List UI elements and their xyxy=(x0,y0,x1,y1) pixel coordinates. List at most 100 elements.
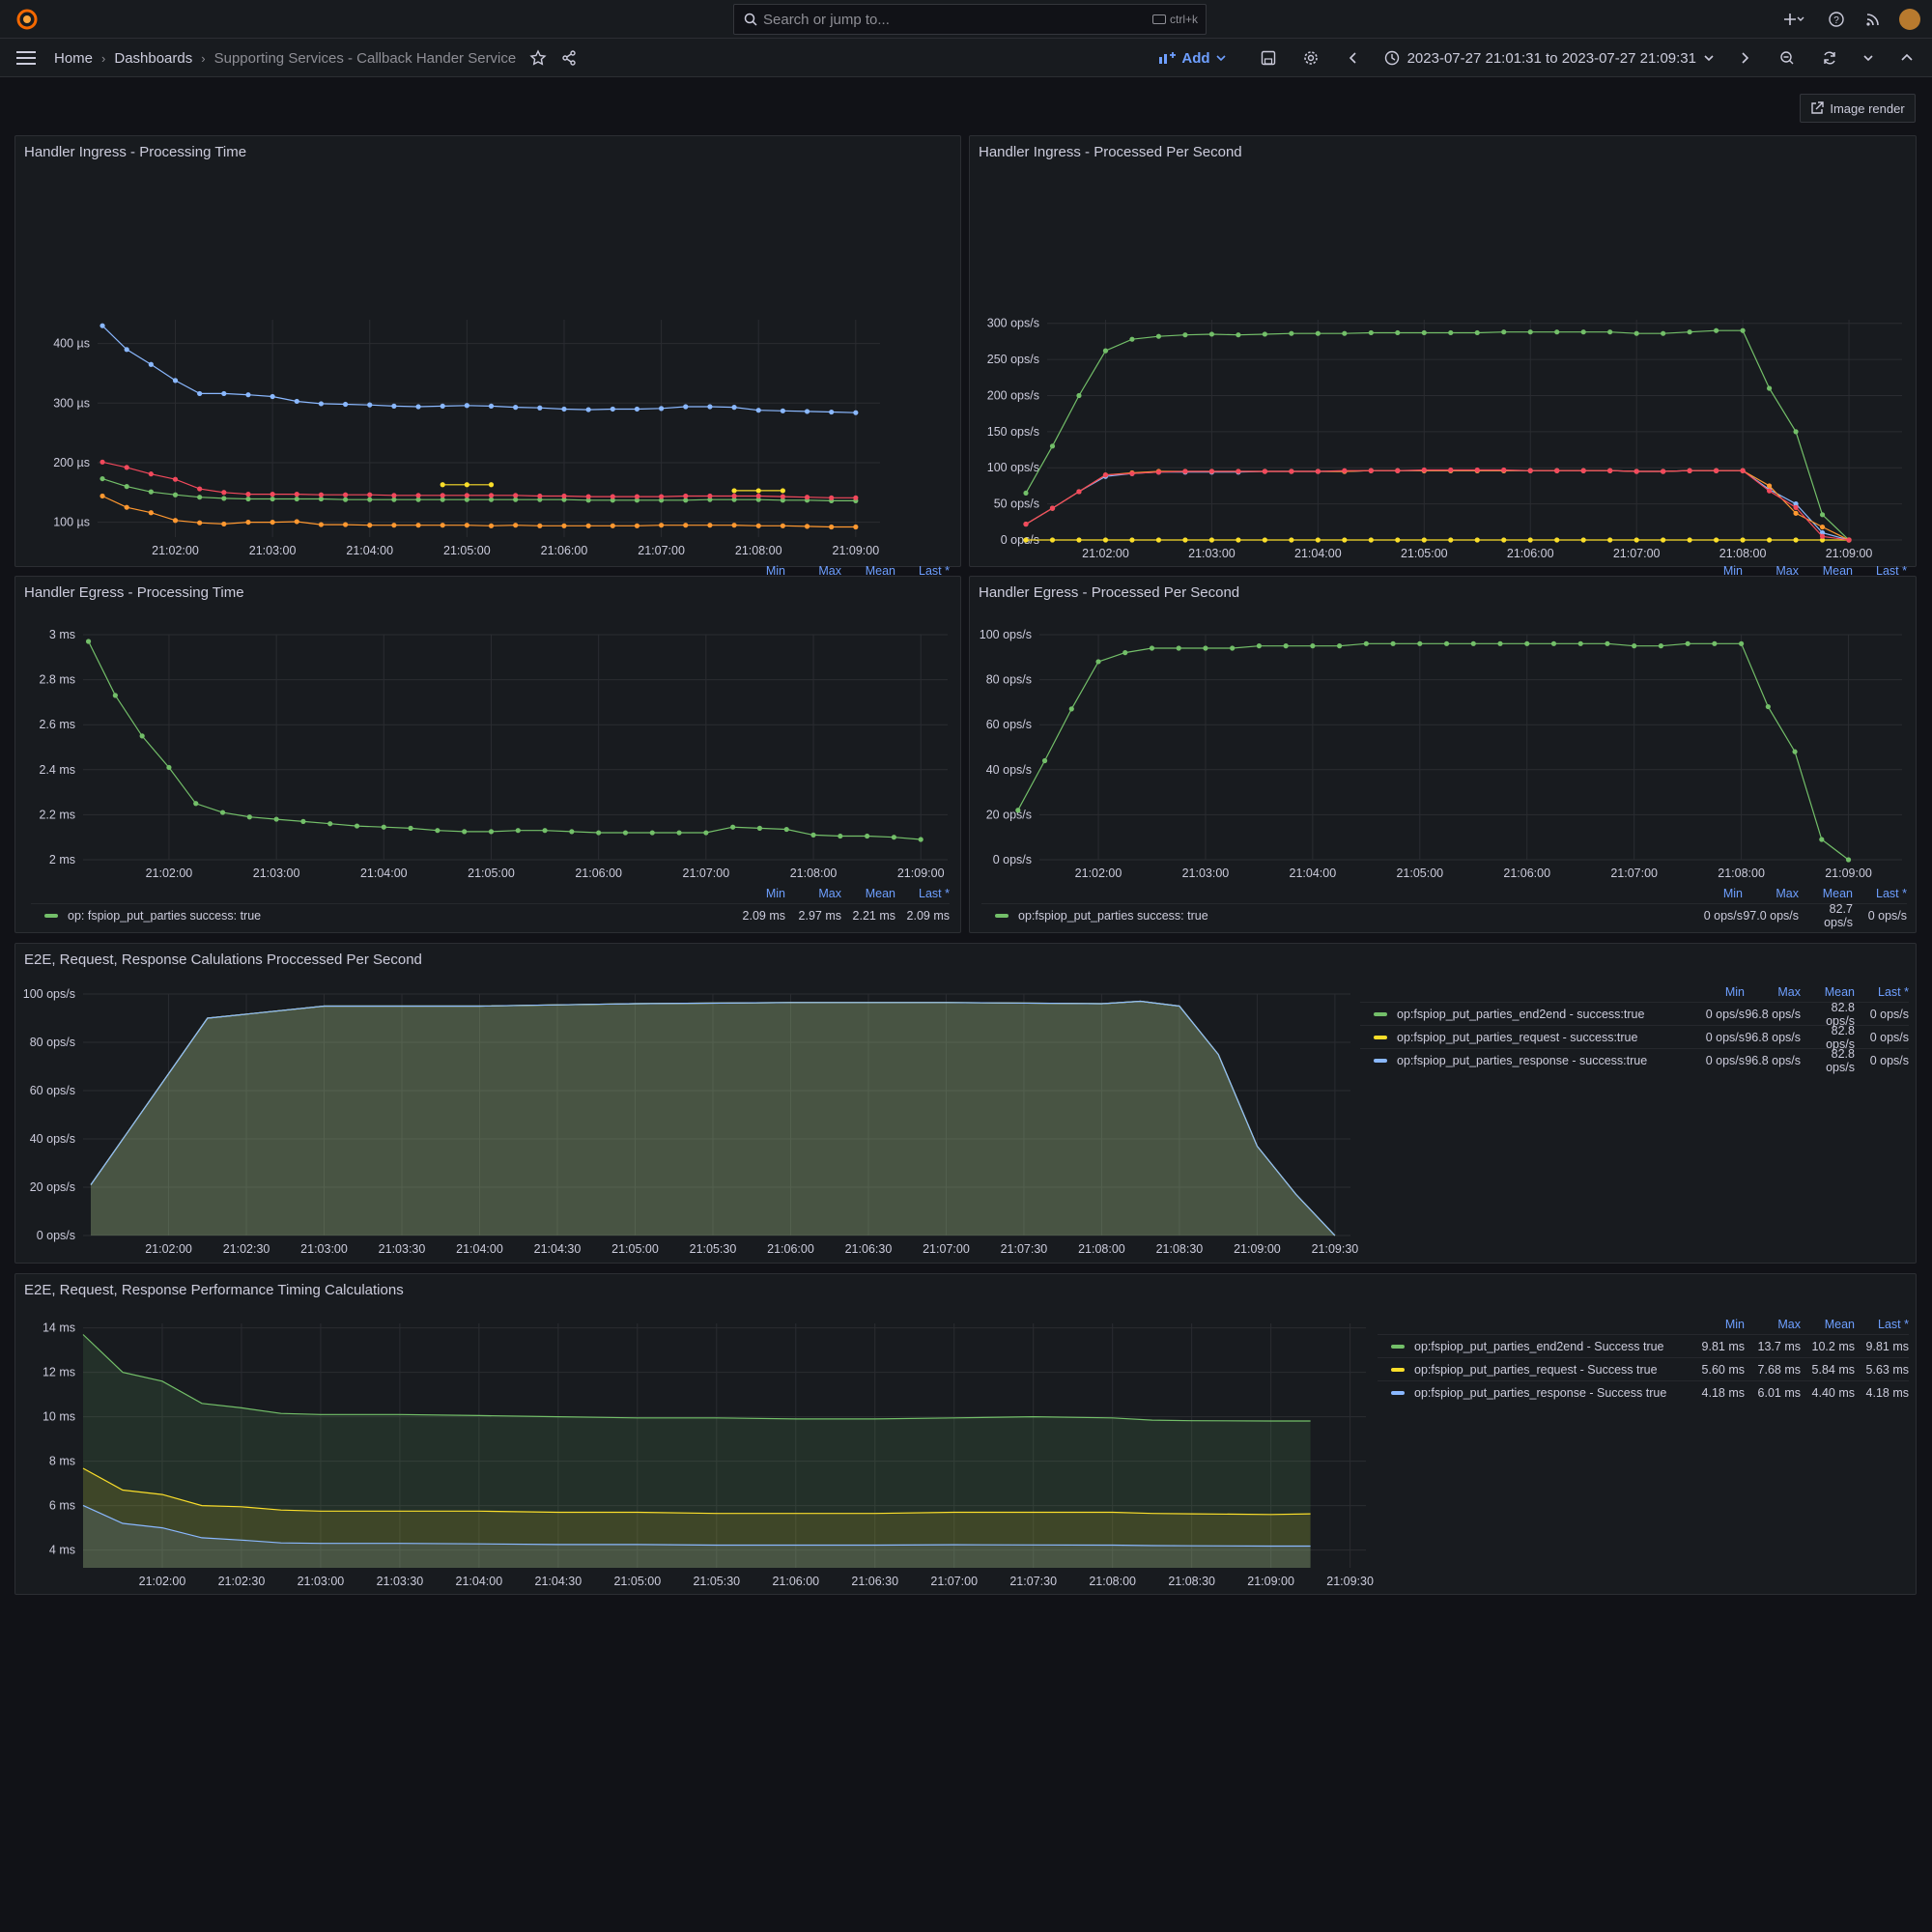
panel-handler-ingress-processing-time[interactable]: Handler Ingress - Processing Time 100 µs… xyxy=(14,135,961,693)
new-menu-button[interactable] xyxy=(1777,9,1810,30)
x-tick-label: 21:09:00 xyxy=(897,867,945,880)
rss-icon xyxy=(1866,14,1879,26)
time-range-picker[interactable]: 2023-07-27 21:01:31 to 2023-07-27 21:09:… xyxy=(1384,50,1714,67)
data-point xyxy=(1368,329,1374,336)
chevron-right-icon xyxy=(1742,52,1749,64)
y-tick-label: 20 ops/s xyxy=(986,808,1032,821)
data-point xyxy=(1395,329,1401,336)
add-button[interactable]: Add xyxy=(1158,50,1226,67)
collapse-nav-button[interactable] xyxy=(1897,48,1917,68)
data-point xyxy=(440,523,445,528)
data-point xyxy=(342,522,349,527)
legend-col-header[interactable]: Last * xyxy=(895,887,950,900)
legend-col-header[interactable]: Mean xyxy=(841,887,895,900)
legend-row[interactable]: op:fspiop_put_parties success: true 0 ops… xyxy=(981,902,1907,929)
breadcrumb-home[interactable]: Home xyxy=(54,50,93,67)
legend-row[interactable]: op:fspiop_put_parties_request - Success … xyxy=(1378,1357,1909,1380)
share-icon[interactable] xyxy=(560,49,578,67)
legend-row[interactable]: op:fspiop_put_parties_end2end - success:… xyxy=(1360,1001,1909,1028)
data-point xyxy=(804,495,810,500)
legend-col-header[interactable]: Last * xyxy=(1855,1318,1909,1331)
series-line xyxy=(88,640,922,840)
search-input[interactable]: Search or jump to... ctrl+k xyxy=(733,4,1207,35)
x-tick-label: 21:05:00 xyxy=(1396,867,1443,880)
panel-e2e-performance-timing[interactable]: E2E, Request, Response Performance Timin… xyxy=(14,1273,1917,1595)
legend-col-header[interactable]: Mean xyxy=(1801,1318,1855,1331)
save-button[interactable] xyxy=(1259,48,1278,68)
legend-row[interactable]: op:fspiop_put_parties_response - success… xyxy=(1360,1047,1909,1074)
legend-col-header[interactable]: Last * xyxy=(1855,985,1909,999)
data-point xyxy=(853,495,859,500)
star-icon[interactable] xyxy=(529,49,547,67)
panel-e2e-processed-per-second[interactable]: E2E, Request, Response Calulations Procc… xyxy=(14,943,1917,1264)
legend-series-name[interactable]: op: fspiop_put_parties success: true xyxy=(31,909,725,923)
legend-series-label: op:fspiop_put_parties_response - Success… xyxy=(1414,1385,1667,1400)
series-line xyxy=(1017,642,1849,861)
legend-value: 0 ops/s xyxy=(1705,1007,1745,1021)
legend-series-name[interactable]: op:fspiop_put_parties_end2end - Success … xyxy=(1378,1340,1685,1353)
x-tick-label: 21:02:00 xyxy=(139,1575,186,1588)
x-tick-label: 21:04:00 xyxy=(456,1242,503,1256)
help-button[interactable]: ? xyxy=(1826,9,1847,30)
x-tick-label: 21:03:30 xyxy=(377,1575,424,1588)
settings-button[interactable] xyxy=(1301,48,1321,68)
legend-series-name[interactable]: op:fspiop_put_parties_request - Success … xyxy=(1378,1363,1685,1377)
legend-series-name[interactable]: op:fspiop_put_parties_request - success:… xyxy=(1360,1031,1685,1044)
y-tick-label: 4 ms xyxy=(49,1544,75,1557)
zoom-out-button[interactable] xyxy=(1777,48,1797,68)
legend-value: 0 ops/s xyxy=(1869,1030,1909,1044)
image-render-button[interactable]: Image render xyxy=(1800,94,1916,123)
data-point xyxy=(1577,640,1583,646)
grafana-logo-icon[interactable] xyxy=(15,8,39,31)
legend-series-name[interactable]: op:fspiop_put_parties_response - success… xyxy=(1360,1054,1685,1067)
data-point xyxy=(1819,837,1825,842)
refresh-interval-dropdown[interactable] xyxy=(1859,48,1878,68)
panel-handler-egress-processed-per-second[interactable]: Handler Egress - Processed Per Second 0 … xyxy=(969,576,1917,933)
data-point xyxy=(1102,472,1109,478)
panel-handler-ingress-processed-per-second[interactable]: Handler Ingress - Processed Per Second 0… xyxy=(969,135,1917,699)
legend-col-header[interactable]: Max xyxy=(785,887,841,900)
legend-col-header[interactable]: Min xyxy=(1685,1318,1745,1331)
legend-col-header[interactable]: Max xyxy=(1745,985,1801,999)
legend-value: 2.09 ms xyxy=(742,908,785,923)
refresh-button[interactable] xyxy=(1820,48,1839,68)
legend-col-header[interactable]: Max xyxy=(1743,887,1799,900)
legend-col-header[interactable]: Last * xyxy=(1853,887,1907,900)
data-point xyxy=(464,523,469,528)
legend-row[interactable]: op: fspiop_put_parties success: true 2.09… xyxy=(31,903,950,926)
legend-col-header[interactable]: Min xyxy=(725,887,785,900)
chevron-down-icon xyxy=(1704,55,1714,62)
legend-series-name[interactable]: op:fspiop_put_parties_end2end - success:… xyxy=(1360,1008,1685,1021)
data-point xyxy=(513,405,519,411)
panel-handler-egress-processing-time[interactable]: Handler Egress - Processing Time 2 ms 2.2… xyxy=(14,576,961,933)
time-back-button[interactable] xyxy=(1344,48,1363,68)
legend-col-header[interactable]: Min xyxy=(1683,887,1743,900)
data-point xyxy=(193,801,199,807)
legend-row[interactable]: op:fspiop_put_parties_end2end - Success … xyxy=(1378,1334,1909,1357)
legend-series-name[interactable]: op:fspiop_put_parties_response - Success… xyxy=(1378,1386,1685,1400)
y-tick-label: 2 ms xyxy=(49,853,75,867)
y-tick-label: 40 ops/s xyxy=(986,763,1032,777)
legend-col-header[interactable]: Min xyxy=(1685,985,1745,999)
legend-series-name[interactable]: op:fspiop_put_parties success: true xyxy=(981,909,1683,923)
data-point xyxy=(1580,537,1586,543)
legend-col-header[interactable]: Mean xyxy=(1801,985,1855,999)
user-avatar[interactable] xyxy=(1899,9,1920,30)
legend-row[interactable]: op:fspiop_put_parties_request - success:… xyxy=(1360,1024,1909,1051)
news-button[interactable] xyxy=(1862,9,1884,30)
data-point xyxy=(1129,470,1135,476)
data-point xyxy=(1739,640,1745,646)
data-point xyxy=(1208,331,1215,337)
legend-row[interactable]: op:fspiop_put_parties_response - Success… xyxy=(1378,1380,1909,1404)
data-point xyxy=(634,523,640,528)
data-point xyxy=(391,493,397,498)
breadcrumb-dashboards[interactable]: Dashboards xyxy=(114,50,192,67)
time-forward-button[interactable] xyxy=(1735,48,1754,68)
x-tick-label: 21:04:00 xyxy=(346,544,393,557)
legend-col-header[interactable]: Max xyxy=(1745,1318,1801,1331)
data-point xyxy=(1155,537,1162,543)
data-point xyxy=(391,523,397,528)
data-point xyxy=(1208,537,1215,543)
legend-col-header[interactable]: Mean xyxy=(1799,887,1853,900)
menu-icon[interactable] xyxy=(15,48,37,68)
